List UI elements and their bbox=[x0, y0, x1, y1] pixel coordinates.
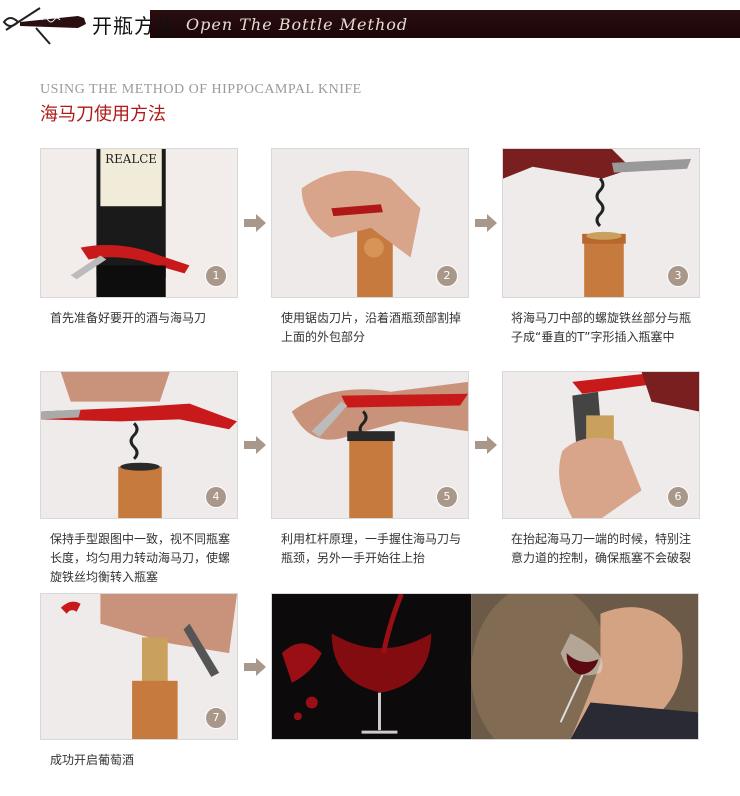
step-7-photo: 7 bbox=[40, 593, 238, 740]
step-badge: 4 bbox=[205, 486, 227, 508]
step-1-caption: 首先准备好要开的酒与海马刀 bbox=[50, 311, 207, 325]
arrow-right-icon bbox=[244, 436, 266, 454]
header-bar: 开瓶方法 Open The Bottle Method bbox=[0, 0, 740, 48]
step-7-caption: 成功开启葡萄酒 bbox=[50, 753, 135, 767]
step-1-photo: REALCE 1 bbox=[40, 148, 238, 298]
step-4-photo: 4 bbox=[40, 371, 238, 519]
header-script-title: Open The Bottle Method bbox=[186, 15, 409, 34]
arrow-right-icon bbox=[244, 658, 266, 676]
bottle-label: REALCE bbox=[105, 152, 157, 166]
step-badge: 2 bbox=[436, 265, 458, 287]
step-6-photo: 6 bbox=[502, 371, 700, 519]
step-6-caption: 在抬起海马刀一端的时候，特别注意力道的控制，确保瓶塞不会破裂 bbox=[511, 532, 692, 565]
header-title: 开瓶方法 bbox=[92, 14, 176, 38]
step-3-photo: 3 bbox=[502, 148, 700, 298]
step-4-caption: 保持手型跟图中一致，视不同瓶塞长度，均匀用力转动海马刀，使螺旋铁丝均衡转入瓶塞 bbox=[50, 532, 231, 584]
step-5-photo: 5 bbox=[271, 371, 469, 519]
arrow-right-icon bbox=[244, 214, 266, 232]
step-badge: 5 bbox=[436, 486, 458, 508]
step-2-photo: 2 bbox=[271, 148, 469, 298]
arrow-right-icon bbox=[475, 436, 497, 454]
step-5-caption: 利用杠杆原理，一手握住海马刀与瓶颈，另外一手开始往上抬 bbox=[281, 532, 462, 565]
step-badge: 7 bbox=[205, 707, 227, 729]
wine-pour-photo bbox=[271, 593, 699, 740]
step-3-caption: 将海马刀中部的螺旋铁丝部分与瓶子成“垂直的T”字形插入瓶塞中 bbox=[511, 311, 692, 344]
step-badge: 3 bbox=[667, 265, 689, 287]
step-badge: 1 bbox=[205, 265, 227, 287]
step-2-caption: 使用锯齿刀片，沿着酒瓶颈部割掉上面的外包部分 bbox=[281, 311, 462, 344]
section-title-en: USING THE METHOD OF HIPPOCAMPAL KNIFE bbox=[40, 82, 362, 97]
section-title-cn: 海马刀使用方法 bbox=[40, 104, 166, 125]
arrow-right-icon bbox=[475, 214, 497, 232]
step-badge: 6 bbox=[667, 486, 689, 508]
corkscrew-icon bbox=[2, 7, 86, 45]
